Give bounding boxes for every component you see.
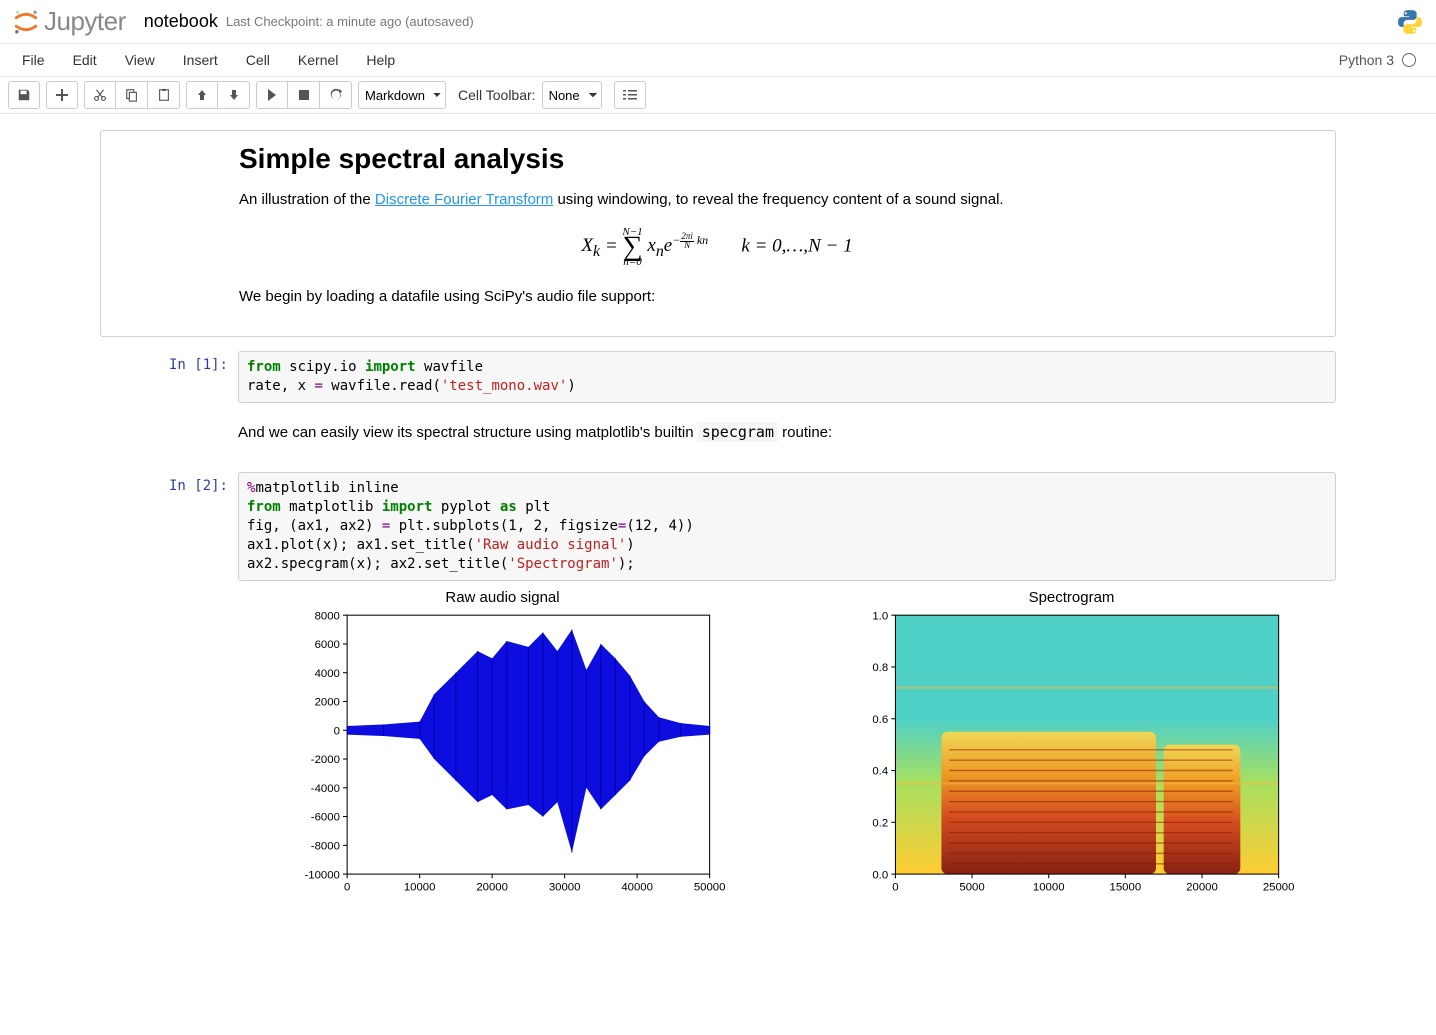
svg-text:2000: 2000 [315, 696, 340, 708]
notebook-title[interactable]: notebook [144, 11, 218, 32]
svg-text:25000: 25000 [1263, 881, 1295, 893]
markdown-cell[interactable]: And we can easily view its spectral stru… [100, 421, 1336, 455]
math-equation: Xk = N−1 ∑ n=0 xne−2πiN kn k = 0,…,N − 1 [239, 226, 1195, 268]
svg-text:8000: 8000 [315, 610, 340, 622]
svg-text:5000: 5000 [959, 881, 984, 893]
svg-text:-8000: -8000 [311, 840, 340, 852]
svg-text:0.6: 0.6 [872, 714, 888, 726]
svg-text:-10000: -10000 [304, 869, 339, 881]
markdown-cell[interactable]: Simple spectral analysis An illustration… [100, 130, 1336, 337]
run-button[interactable] [256, 81, 288, 109]
cell-prompt [100, 421, 238, 455]
cell-prompt [101, 143, 239, 318]
svg-text:6000: 6000 [315, 639, 340, 651]
chart-title: Spectrogram [807, 589, 1336, 606]
toolbar: Markdown Cell Toolbar: None [0, 77, 1436, 114]
copy-button[interactable] [116, 81, 148, 109]
dft-link[interactable]: Discrete Fourier Transform [375, 191, 553, 208]
inline-code: specgram [698, 422, 778, 442]
svg-text:10000: 10000 [404, 881, 436, 893]
svg-text:4000: 4000 [315, 668, 340, 680]
jupyter-icon [12, 8, 40, 36]
chart-title: Raw audio signal [238, 589, 767, 606]
checkpoint-status: Last Checkpoint: a minute ago (autosaved… [226, 14, 474, 29]
svg-text:-6000: -6000 [311, 811, 340, 823]
kernel-indicator[interactable]: Python 3 [1327, 44, 1428, 76]
add-cell-button[interactable] [46, 81, 78, 109]
svg-text:0: 0 [334, 725, 340, 737]
md-paragraph: We begin by loading a datafile using Sci… [239, 286, 1195, 309]
svg-text:0.0: 0.0 [872, 869, 888, 881]
python-logo-icon [1396, 8, 1424, 36]
menu-view[interactable]: View [111, 44, 169, 76]
interrupt-button[interactable] [288, 81, 320, 109]
kernel-idle-icon [1402, 53, 1416, 67]
notebook-container: Simple spectral analysis An illustration… [88, 114, 1348, 925]
svg-text:0.2: 0.2 [872, 817, 888, 829]
svg-text:40000: 40000 [621, 881, 653, 893]
paste-button[interactable] [148, 81, 180, 109]
svg-text:0.4: 0.4 [872, 765, 888, 777]
command-palette-button[interactable] [614, 81, 646, 109]
cell-toolbar-select[interactable]: None [542, 81, 602, 109]
cell-toolbar-label: Cell Toolbar: [458, 87, 536, 103]
svg-text:10000: 10000 [1033, 881, 1065, 893]
code-input[interactable]: %matplotlib inline from matplotlib impor… [238, 472, 1336, 580]
output-area: Raw audio signal -10000 -8000 -6000 -4000 -2… [238, 589, 1336, 903]
celltype-select[interactable]: Markdown [358, 81, 446, 109]
svg-text:-4000: -4000 [311, 783, 340, 795]
menu-kernel[interactable]: Kernel [284, 44, 352, 76]
menu-cell[interactable]: Cell [232, 44, 284, 76]
md-paragraph: And we can easily view its spectral stru… [238, 421, 1336, 445]
cell-prompt: In [2]: [100, 472, 238, 902]
menu-file[interactable]: File [8, 44, 59, 76]
save-button[interactable] [8, 81, 40, 109]
header: Jupyter notebook Last Checkpoint: a minu… [0, 0, 1436, 44]
md-paragraph: An illustration of the Discrete Fourier … [239, 189, 1195, 212]
kernel-name: Python 3 [1339, 52, 1394, 68]
svg-text:20000: 20000 [476, 881, 508, 893]
jupyter-logo[interactable]: Jupyter [12, 6, 126, 37]
spectrogram-chart: 0.0 0.2 0.4 0.6 0.8 1.0 0 5000 10000 15000 20000 25… [807, 610, 1336, 900]
svg-text:0: 0 [892, 881, 898, 893]
md-heading: Simple spectral analysis [239, 143, 1195, 175]
move-down-button[interactable] [218, 81, 250, 109]
move-up-button[interactable] [186, 81, 218, 109]
svg-text:-2000: -2000 [311, 754, 340, 766]
menu-edit[interactable]: Edit [59, 44, 111, 76]
cell-prompt: In [1]: [100, 351, 238, 403]
restart-button[interactable] [320, 81, 352, 109]
svg-text:20000: 20000 [1186, 881, 1218, 893]
svg-text:0.8: 0.8 [872, 662, 888, 674]
svg-text:50000: 50000 [694, 881, 726, 893]
code-cell[interactable]: In [1]: from scipy.io import wavfile rat… [100, 351, 1336, 403]
code-cell[interactable]: In [2]: %matplotlib inline from matplotl… [100, 472, 1336, 902]
svg-text:1.0: 1.0 [872, 610, 888, 622]
svg-text:15000: 15000 [1110, 881, 1142, 893]
menu-help[interactable]: Help [352, 44, 409, 76]
svg-text:0: 0 [344, 881, 350, 893]
raw-audio-chart: -10000 -8000 -6000 -4000 -2000 0 2000 4000 6000 8… [238, 610, 767, 900]
menubar: FileEditViewInsertCellKernelHelp Python … [0, 44, 1436, 77]
svg-text:30000: 30000 [549, 881, 581, 893]
cut-button[interactable] [84, 81, 116, 109]
code-input[interactable]: from scipy.io import wavfile rate, x = w… [238, 351, 1336, 403]
menu-insert[interactable]: Insert [169, 44, 232, 76]
jupyter-logo-text: Jupyter [44, 6, 126, 37]
